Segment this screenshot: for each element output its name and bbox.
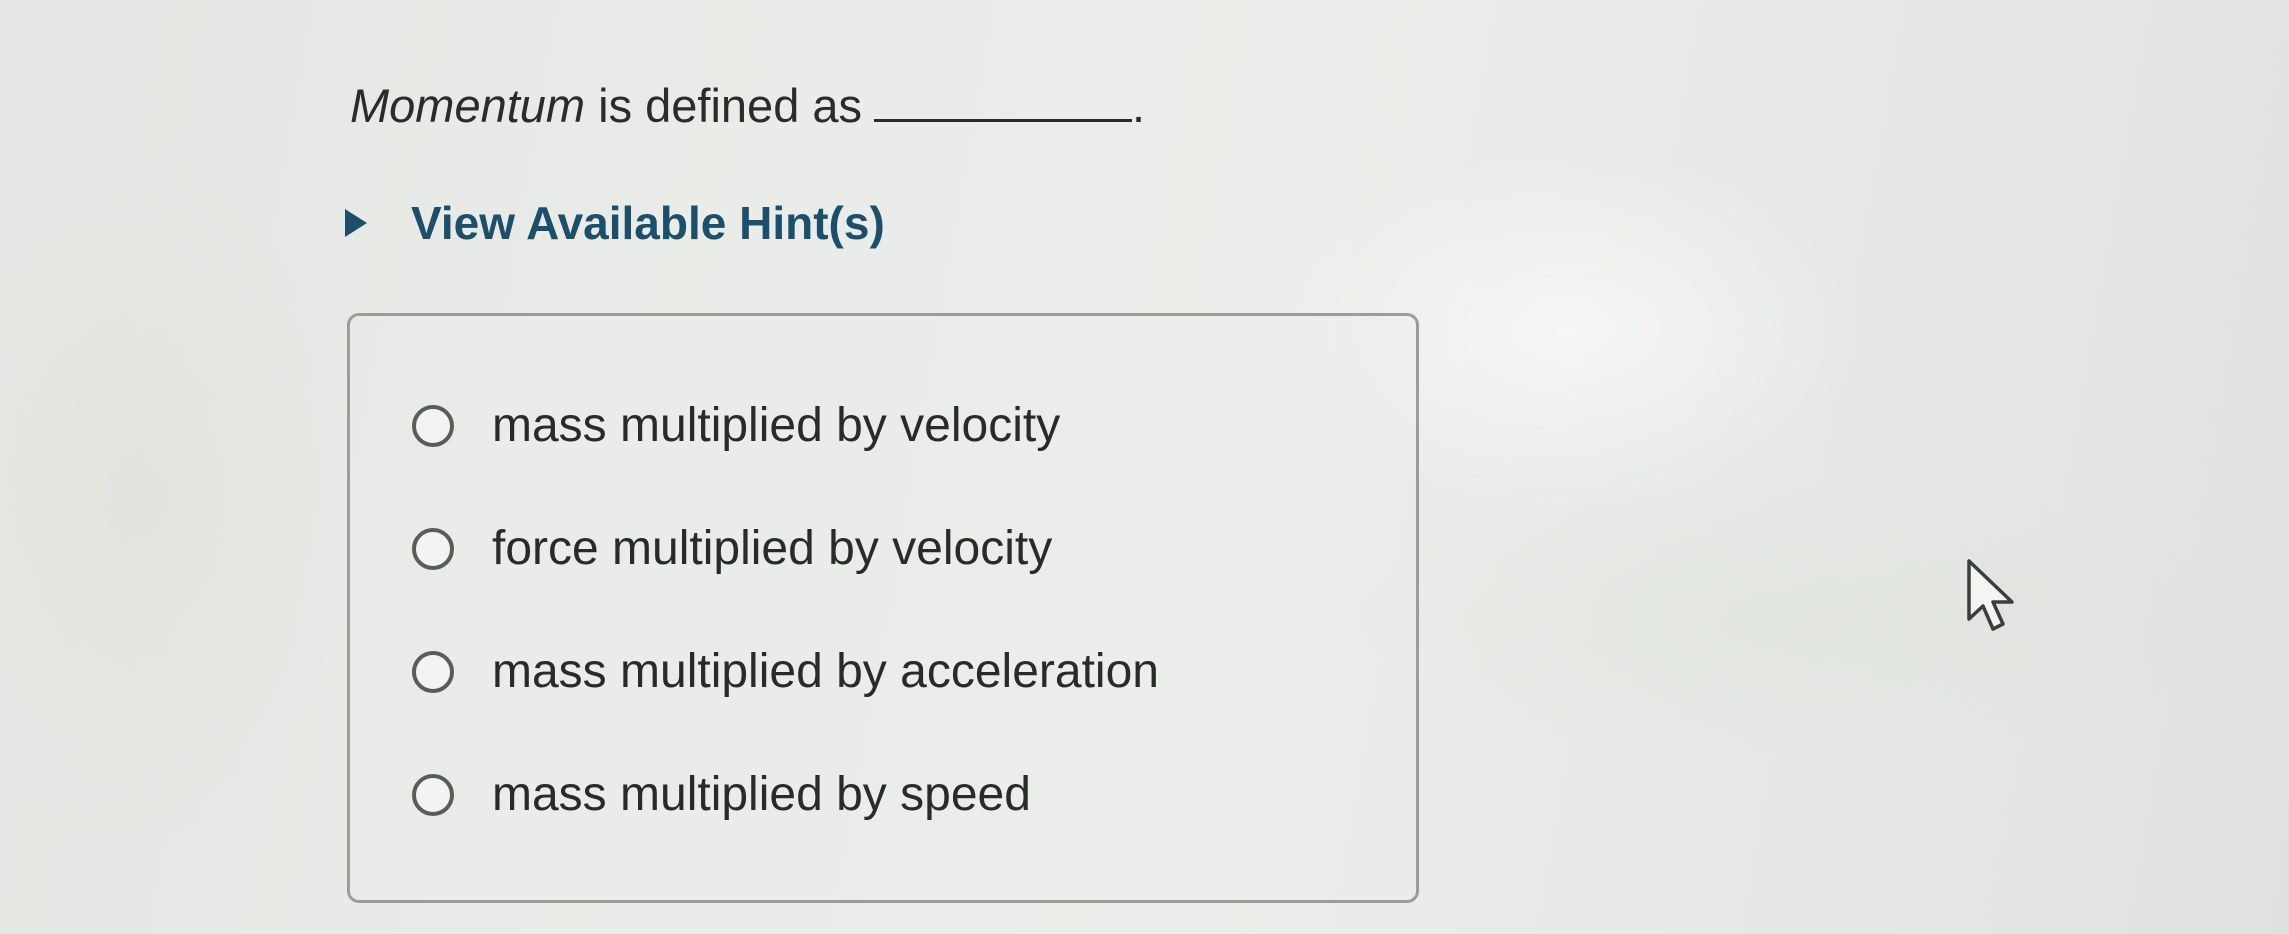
option-label: mass multiplied by velocity: [492, 399, 1061, 452]
view-hints-toggle[interactable]: View Available Hint(s): [345, 196, 885, 250]
option-mass-times-speed[interactable]: mass multiplied by speed: [412, 767, 1031, 822]
question-term: Momentum: [350, 79, 586, 132]
mouse-pointer-icon: [1967, 559, 2014, 631]
option-label: mass multiplied by speed: [492, 768, 1031, 821]
radio-button-icon[interactable]: [412, 527, 454, 570]
answer-blank: [874, 118, 1133, 122]
radio-button-icon[interactable]: [412, 404, 454, 447]
question-prompt: Momentum is defined as.: [350, 78, 1145, 133]
answer-options-box: mass multiplied by velocity force multip…: [347, 313, 1419, 903]
screen-background: Momentum is defined as. View Available H…: [0, 0, 2289, 934]
option-label: force multiplied by velocity: [492, 522, 1053, 575]
radio-button-icon[interactable]: [412, 650, 454, 693]
question-text: is defined as: [585, 79, 863, 132]
option-mass-times-velocity[interactable]: mass multiplied by velocity: [412, 398, 1060, 453]
option-mass-times-acceleration[interactable]: mass multiplied by acceleration: [412, 644, 1159, 699]
caret-right-icon: [345, 209, 367, 237]
question-period: .: [1132, 79, 1146, 132]
view-hints-label: View Available Hint(s): [411, 197, 885, 249]
option-label: mass multiplied by acceleration: [492, 645, 1159, 698]
option-force-times-velocity[interactable]: force multiplied by velocity: [412, 521, 1052, 576]
radio-button-icon[interactable]: [412, 773, 454, 816]
